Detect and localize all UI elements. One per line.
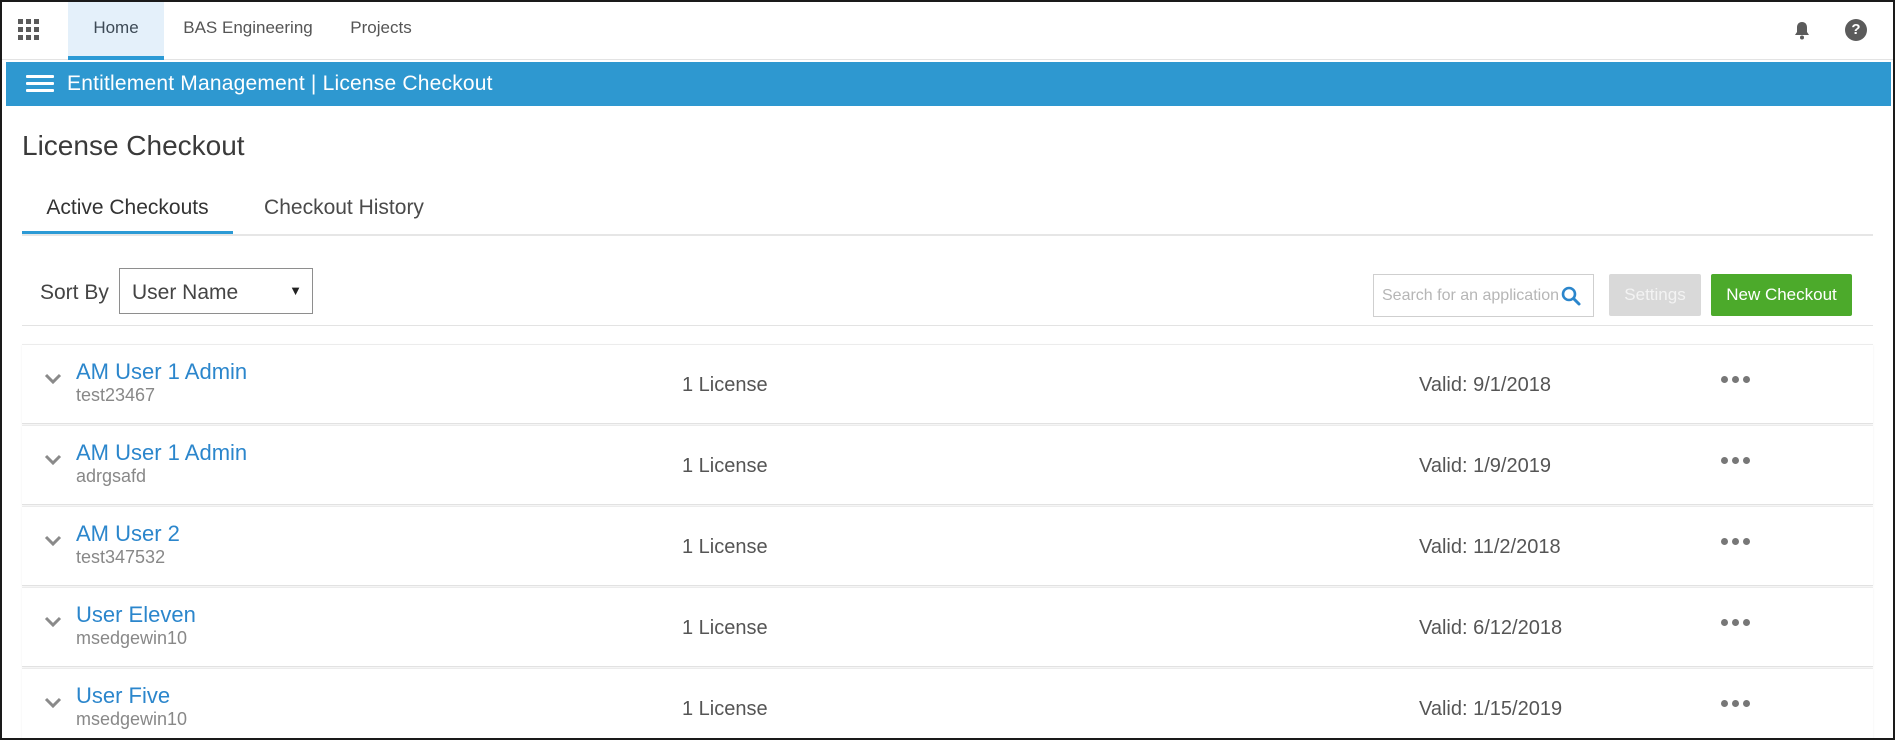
more-options-icon[interactable] xyxy=(1721,371,1755,387)
chevron-down-icon[interactable] xyxy=(44,454,62,466)
license-count: 1 License xyxy=(682,617,768,639)
checkout-row: AM User 2 test347532 1 License Valid: 11… xyxy=(22,506,1873,586)
nav-tab-bas-engineering[interactable]: BAS Engineering xyxy=(174,2,322,60)
user-name-link[interactable]: User Eleven xyxy=(76,602,196,628)
user-name-link[interactable]: AM User 1 Admin xyxy=(76,440,247,466)
user-name-link[interactable]: AM User 1 Admin xyxy=(76,359,247,385)
chevron-down-icon[interactable] xyxy=(44,616,62,628)
checkout-tabs: Active Checkouts Checkout History xyxy=(22,187,1873,236)
machine-name: msedgewin10 xyxy=(76,709,188,729)
more-options-icon[interactable] xyxy=(1721,614,1755,630)
tab-active-checkouts[interactable]: Active Checkouts xyxy=(22,187,233,234)
user-name-link[interactable]: User Five xyxy=(76,683,170,709)
machine-name: test347532 xyxy=(76,547,166,567)
search-box[interactable] xyxy=(1373,274,1594,317)
machine-name: test23467 xyxy=(76,385,156,405)
valid-date: Valid: 1/15/2019 xyxy=(1419,698,1563,720)
more-options-icon[interactable] xyxy=(1721,695,1755,711)
settings-button[interactable]: Settings xyxy=(1609,274,1701,316)
new-checkout-button[interactable]: New Checkout xyxy=(1711,274,1852,316)
valid-date: Valid: 9/1/2018 xyxy=(1419,374,1551,396)
valid-date: Valid: 11/2/2018 xyxy=(1419,536,1561,558)
machine-name: msedgewin10 xyxy=(76,628,188,648)
license-count: 1 License xyxy=(682,455,768,477)
checkout-row: AM User 1 Admin test23467 1 License Vali… xyxy=(22,344,1873,424)
user-name-link[interactable]: AM User 2 xyxy=(76,521,180,547)
tab-checkout-history[interactable]: Checkout History xyxy=(246,187,442,234)
checkout-row: AM User 1 Admin adrgsafd 1 License Valid… xyxy=(22,425,1873,505)
sort-by-value: User Name xyxy=(132,281,239,304)
search-input[interactable] xyxy=(1374,275,1562,316)
app-banner: Entitlement Management | License Checkou… xyxy=(6,62,1891,106)
top-nav: Home BAS Engineering Projects ? xyxy=(2,2,1893,60)
sort-by-label: Sort By xyxy=(40,281,109,304)
more-options-icon[interactable] xyxy=(1721,452,1755,468)
bell-icon[interactable] xyxy=(1791,19,1813,41)
chevron-down-icon[interactable] xyxy=(44,373,62,385)
divider xyxy=(22,325,1873,326)
hamburger-icon[interactable] xyxy=(26,73,54,95)
search-icon[interactable] xyxy=(1560,285,1582,307)
license-count: 1 License xyxy=(682,698,768,720)
banner-title: Entitlement Management | License Checkou… xyxy=(67,72,493,95)
app-window: Home BAS Engineering Projects ? Entitlem… xyxy=(0,0,1895,740)
license-count: 1 License xyxy=(682,374,768,396)
help-icon[interactable]: ? xyxy=(1845,19,1867,41)
nav-tab-home[interactable]: Home xyxy=(68,2,164,60)
page-title: License Checkout xyxy=(22,130,245,161)
dropdown-arrow-icon: ▼ xyxy=(289,283,302,298)
sort-by-select[interactable]: User Name ▼ xyxy=(119,268,313,314)
checkout-row: User Eleven msedgewin10 1 License Valid:… xyxy=(22,587,1873,667)
more-options-icon[interactable] xyxy=(1721,533,1755,549)
chevron-down-icon[interactable] xyxy=(44,535,62,547)
valid-date: Valid: 1/9/2019 xyxy=(1419,455,1551,477)
apps-grid-icon[interactable] xyxy=(18,19,40,41)
machine-name: adrgsafd xyxy=(76,466,147,486)
chevron-down-icon[interactable] xyxy=(44,697,62,709)
nav-tab-projects[interactable]: Projects xyxy=(338,2,424,60)
license-count: 1 License xyxy=(682,536,768,558)
valid-date: Valid: 6/12/2018 xyxy=(1419,617,1563,639)
checkout-row: User Five msedgewin10 1 License Valid: 1… xyxy=(22,668,1873,738)
